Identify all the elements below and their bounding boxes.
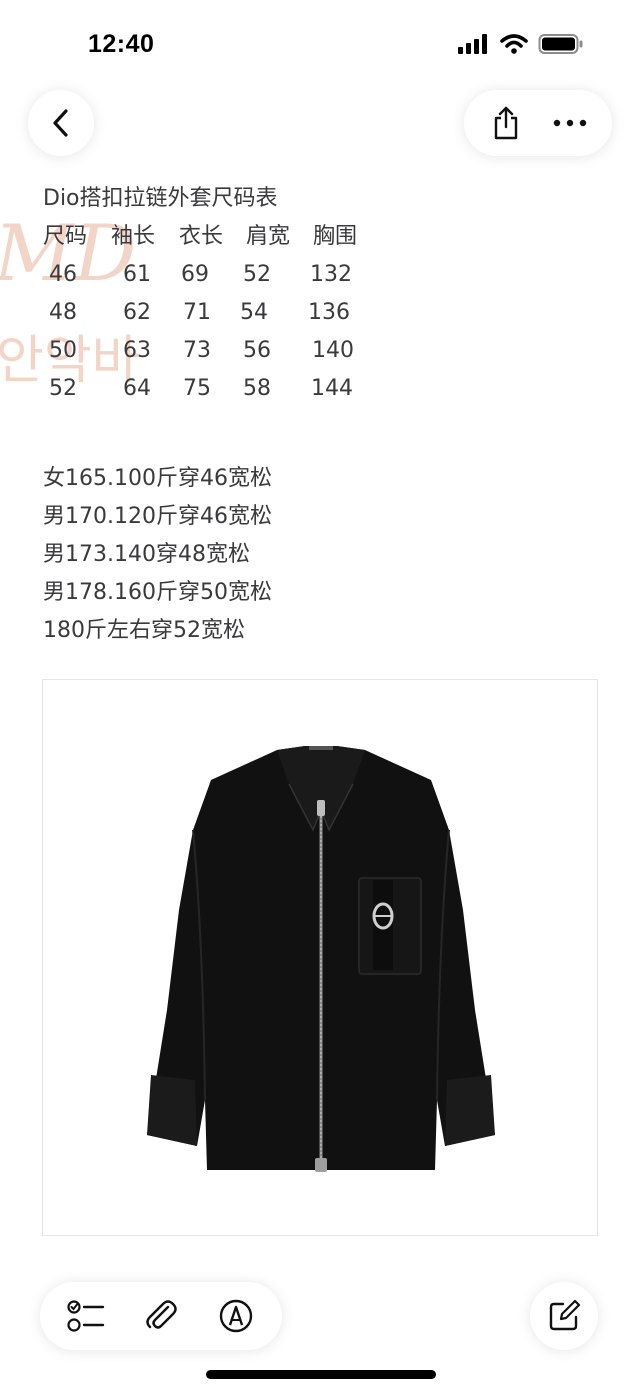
table-row: 52 64 75 58 144 [43,370,403,408]
table-row: 48 62 71 54 136 [43,294,403,332]
more-button[interactable] [545,98,595,148]
cell-size: 52 [49,376,77,401]
size-table-header: 尺码 袖长 衣长 肩宽 胸围 [43,218,403,256]
more-icon [553,119,587,127]
header-length: 衣长 [179,224,224,249]
header-shoulder: 肩宽 [246,224,291,249]
status-icons [458,33,584,55]
note-body: Dio搭扣拉链外套尺码表 尺码 袖长 衣长 肩宽 胸围 46 61 69 52 … [43,180,603,650]
bottom-toolbar [40,1282,282,1350]
cell-shoulder: 58 [243,376,271,401]
fit-guide: 女165.100斤穿46宽松 男170.120斤穿46宽松 男173.140穿4… [43,460,603,650]
cell-shoulder: 56 [243,338,271,363]
checklist-button[interactable] [61,1291,111,1341]
chevron-left-icon [53,109,68,137]
wifi-icon [500,34,528,54]
cell-sleeve: 64 [123,376,151,401]
cell-sleeve: 61 [123,262,151,287]
actions-pill [464,90,612,156]
product-image[interactable] [42,679,598,1236]
share-icon [494,106,518,140]
fit-line[interactable]: 男178.160斤穿50宽松 [43,574,603,612]
table-row: 50 63 73 56 140 [43,332,403,370]
battery-icon [538,34,583,54]
cell-chest: 132 [310,262,352,287]
fit-line[interactable]: 女165.100斤穿46宽松 [43,460,603,498]
cell-chest: 136 [308,300,350,325]
home-indicator[interactable] [206,1370,436,1379]
fit-line[interactable]: 男173.140穿48宽松 [43,536,603,574]
fit-line[interactable]: 180斤左右穿52宽松 [43,612,603,650]
jacket-illustration [147,746,495,1172]
cell-shoulder: 52 [243,262,271,287]
cell-sleeve: 63 [123,338,151,363]
back-button[interactable] [28,90,94,156]
cell-size: 46 [49,262,77,287]
share-button[interactable] [481,98,531,148]
cell-size: 48 [49,300,77,325]
compose-button[interactable] [530,1282,598,1350]
cell-chest: 144 [311,376,353,401]
cell-chest: 140 [312,338,354,363]
paperclip-icon [146,1300,177,1329]
status-bar: 12:40 [0,0,640,92]
cell-length: 73 [183,338,211,363]
cell-sleeve: 62 [123,300,151,325]
table-row: 46 61 69 52 132 [43,256,403,294]
checklist-icon [67,1300,104,1332]
compose-icon [549,1299,581,1331]
note-title[interactable]: Dio搭扣拉链外套尺码表 [43,180,603,218]
cell-length: 69 [181,262,209,287]
header-sleeve: 袖长 [111,224,156,249]
header-size: 尺码 [43,224,88,249]
size-table: 尺码 袖长 衣长 肩宽 胸围 46 61 69 52 132 48 62 71 … [43,218,603,408]
cellular-signal-icon [458,34,487,54]
header-chest: 胸围 [313,224,358,249]
markup-button[interactable] [211,1291,261,1341]
cell-size: 50 [49,338,77,363]
attachment-button[interactable] [136,1291,186,1341]
cell-length: 75 [183,376,211,401]
status-time: 12:40 [88,30,155,58]
cell-shoulder: 54 [240,300,268,325]
cell-length: 71 [183,300,211,325]
fit-line[interactable]: 男170.120斤穿46宽松 [43,498,603,536]
markup-pen-icon [220,1299,253,1333]
